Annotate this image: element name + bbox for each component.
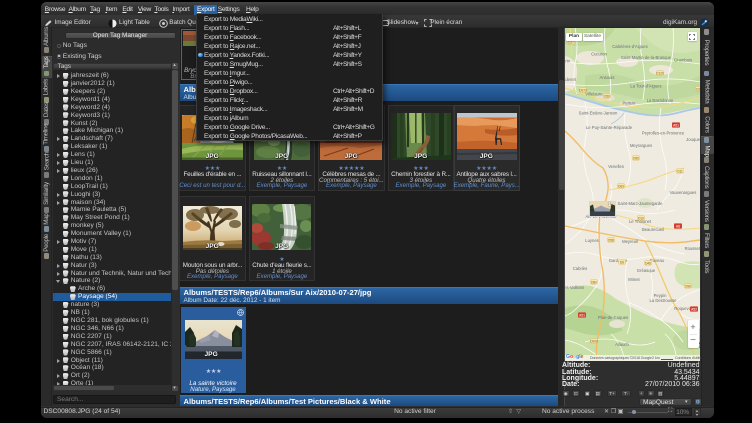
svg-text:Rousset: Rousset	[685, 246, 700, 251]
svg-text:D27: D27	[696, 87, 700, 91]
svg-text:Plan-de-Cuques: Plan-de-Cuques	[598, 315, 628, 320]
svg-text:D56: D56	[604, 94, 610, 98]
svg-text:Luynes: Luynes	[585, 238, 599, 243]
svg-text:marin: marin	[565, 59, 571, 64]
svg-text:Peypin: Peypin	[654, 293, 667, 298]
svg-text:Cucuron: Cucuron	[591, 52, 607, 57]
svg-text:D63: D63	[618, 184, 624, 188]
svg-text:Vauvenargues: Vauvenargues	[670, 190, 697, 195]
svg-text:Le Puy-Sainte-Réparade: Le Puy-Sainte-Réparade	[586, 125, 633, 130]
svg-text:D10: D10	[638, 216, 644, 220]
svg-text:D6: D6	[620, 260, 624, 264]
svg-text:Cabrières-d'Aigues: Cabrières-d'Aigues	[612, 44, 647, 49]
svg-text:Saint-Martin-de-la-Brasque: Saint-Martin-de-la-Brasque	[621, 55, 672, 60]
svg-text:A51: A51	[579, 313, 585, 317]
svg-text:Meyrargues: Meyrargues	[630, 143, 652, 148]
svg-text:Allauch: Allauch	[615, 342, 629, 347]
svg-text:Cabriès: Cabriès	[573, 266, 587, 271]
svg-text:Mimet: Mimet	[628, 277, 640, 282]
svg-text:A52: A52	[691, 307, 697, 311]
svg-text:-les-Vallions: -les-Vallions	[565, 285, 584, 290]
svg-text:Saint-Marc-Jaumegarde: Saint-Marc-Jaumegarde	[618, 201, 664, 206]
svg-text:A51: A51	[673, 123, 679, 127]
svg-text:Jouques: Jouques	[686, 137, 700, 142]
svg-text:La Tour-d'Aigues: La Tour-d'Aigues	[630, 84, 661, 89]
svg-text:D46: D46	[645, 261, 651, 265]
svg-text:Villelaure: Villelaure	[585, 92, 603, 97]
svg-text:D973: D973	[579, 88, 587, 92]
svg-text:Grambois: Grambois	[674, 58, 692, 63]
svg-text:D58: D58	[608, 238, 614, 242]
svg-text:Saint-Estève-Janson: Saint-Estève-Janson	[579, 111, 618, 116]
svg-text:D27: D27	[568, 40, 574, 44]
svg-text:La Bastidonne: La Bastidonne	[647, 98, 674, 103]
svg-text:D96: D96	[633, 156, 639, 160]
svg-text:Ansouis: Ansouis	[600, 75, 615, 80]
svg-text:Fuveau: Fuveau	[650, 258, 665, 263]
svg-text:Cadenet: Cadenet	[565, 77, 577, 82]
svg-text:D96: D96	[685, 284, 691, 288]
svg-text:A8: A8	[676, 224, 680, 228]
svg-text:Beaurecueil: Beaurecueil	[642, 227, 664, 232]
svg-text:La Destrousse: La Destrousse	[650, 298, 678, 303]
svg-text:Meyreuil: Meyreuil	[622, 239, 638, 244]
svg-text:D120: D120	[656, 71, 664, 75]
svg-text:Pertuis: Pertuis	[622, 101, 635, 106]
svg-text:D11: D11	[677, 169, 683, 173]
svg-text:D908: D908	[590, 339, 598, 343]
svg-text:Peyrolles-en-Provence: Peyrolles-en-Provence	[642, 131, 685, 136]
svg-text:D8n: D8n	[591, 280, 597, 284]
svg-text:Venelles: Venelles	[608, 164, 624, 169]
svg-text:Gréasque: Gréasque	[637, 268, 656, 273]
